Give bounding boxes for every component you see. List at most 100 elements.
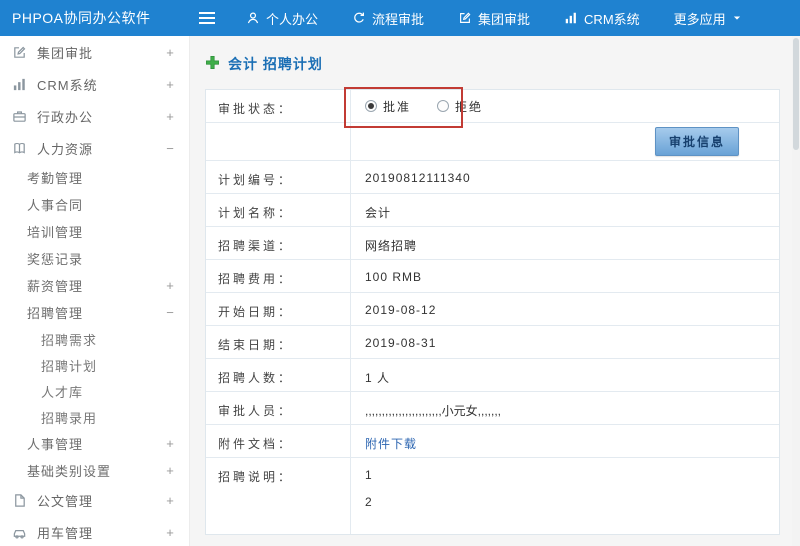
sidebar-item-document-mgmt[interactable]: 公文管理 + [0,484,189,516]
sidebar-item-label: 基础类别设置 [27,464,112,479]
row-start-date: 开始日期： 2019-08-12 [206,293,779,326]
sidebar-item-recruit-mgmt[interactable]: 招聘管理 − [0,299,189,326]
sidebar-item-label: 奖惩记录 [27,252,84,267]
description-line: 1 [365,468,373,482]
field-value: 1 人 [365,371,391,385]
sidebar-item-attendance[interactable]: 考勤管理 [0,164,189,191]
collapse-toggle[interactable]: − [165,141,175,156]
hamburger-menu-icon[interactable] [190,7,224,29]
scrollbar-thumb[interactable] [793,38,799,150]
sidebar-item-salary[interactable]: 薪资管理 + [0,272,189,299]
field-label: 附件文档： [206,425,351,457]
sidebar-item-label: 招聘管理 [27,306,84,321]
car-icon [12,525,29,540]
edit-icon [458,11,472,25]
radio-circle-icon [437,100,450,112]
sidebar-item-label: 人才库 [41,384,84,400]
field-label: 审批状态： [206,90,351,122]
radio-label: 拒绝 [455,99,484,114]
sidebar-item-label: 人事合同 [27,198,84,213]
radio-approve[interactable]: 批准 [365,98,411,115]
expand-toggle[interactable]: + [165,493,175,508]
sidebar-item-recruit-hire[interactable]: 招聘录用 [0,404,189,430]
sidebar-item-label: 招聘需求 [41,332,98,348]
sidebar: 集团审批 + CRM系统 + 行政办公 + 人力资源 − 考勤管理 人事合同 培… [0,36,190,546]
sidebar-item-group-approval[interactable]: 集团审批 + [0,36,189,68]
attachment-download-link[interactable]: 附件下载 [365,437,417,451]
nav-more-apps[interactable]: 更多应用 [674,9,742,28]
collapse-toggle[interactable]: − [165,305,175,320]
radio-label: 批准 [383,99,412,114]
row-description: 招聘说明： 1 2 [206,458,779,534]
page-title-row: 会计 招聘计划 [205,54,780,74]
nav-personal-office[interactable]: 个人办公 [246,9,318,28]
nav-group-approval[interactable]: 集团审批 [458,9,530,28]
approval-info-button[interactable]: 审批信息 [654,127,739,156]
row-headcount: 招聘人数： 1 人 [206,359,779,392]
row-plan-name: 计划名称： 会计 [206,194,779,227]
nav-crm-system[interactable]: CRM系统 [564,9,640,28]
row-recruit-cost: 招聘费用： 100 RMB [206,260,779,293]
sidebar-item-vehicle-mgmt[interactable]: 用车管理 + [0,516,189,546]
sidebar-item-label: 薪资管理 [27,279,84,294]
field-label: 招聘渠道： [206,227,351,259]
nav-label: 集团审批 [478,11,531,27]
app-logo[interactable]: PHPOA协同办公软件 [0,8,190,28]
sidebar-item-recruit-plan[interactable]: 招聘计划 [0,352,189,378]
sidebar-item-label: 用车管理 [37,525,94,541]
book-icon [12,141,29,156]
field-label: 招聘说明： [206,458,351,534]
field-label: 开始日期： [206,293,351,325]
bar-chart-icon [12,77,29,92]
expand-toggle[interactable]: + [165,278,175,293]
radio-reject[interactable]: 拒绝 [437,98,483,115]
sidebar-item-hr-contract[interactable]: 人事合同 [0,191,189,218]
description-line: 2 [365,495,373,509]
sidebar-item-label: 招聘计划 [41,358,98,374]
field-label: 招聘人数： [206,359,351,391]
row-recruit-channel: 招聘渠道： 网络招聘 [206,227,779,260]
expand-toggle[interactable]: + [165,463,175,478]
nav-workflow-approval[interactable]: 流程审批 [352,9,424,28]
sidebar-item-label: 人力资源 [37,141,94,157]
edit-square-icon [12,45,29,60]
sidebar-item-base-category-settings[interactable]: 基础类别设置 + [0,457,189,484]
field-label: 招聘费用： [206,260,351,292]
sidebar-item-admin-office[interactable]: 行政办公 + [0,100,189,132]
sidebar-item-label: 人事管理 [27,437,84,452]
row-plan-number: 计划编号： 20190812111340 [206,161,779,194]
flow-icon [352,11,366,25]
sidebar-item-recruit-demand[interactable]: 招聘需求 [0,326,189,352]
radio-circle-icon [365,100,377,112]
field-label: 审批人员： [206,392,351,424]
field-label [206,123,351,160]
field-label: 结束日期： [206,326,351,358]
field-value: 2019-08-12 [365,303,437,317]
expand-toggle[interactable]: + [165,525,175,540]
top-header: PHPOA协同办公软件 个人办公 流程审批 集团审批 CRM系统 更多应用 [0,0,800,36]
sidebar-item-talent-pool[interactable]: 人才库 [0,378,189,404]
sidebar-item-personnel-mgmt[interactable]: 人事管理 + [0,430,189,457]
sidebar-item-training[interactable]: 培训管理 [0,218,189,245]
field-label: 计划编号： [206,161,351,193]
expand-toggle[interactable]: + [165,77,175,92]
row-approvers: 审批人员： ,,,,,,,,,,,,,,,,,,,,,,,小元女,,,,,,, [206,392,779,425]
briefcase-icon [12,109,29,124]
row-end-date: 结束日期： 2019-08-31 [206,326,779,359]
sidebar-item-hr[interactable]: 人力资源 − [0,132,189,164]
sidebar-item-crm[interactable]: CRM系统 + [0,68,189,100]
expand-toggle[interactable]: + [165,109,175,124]
approval-radio-group: 批准 拒绝 [351,90,779,122]
expand-toggle[interactable]: + [165,45,175,60]
sidebar-item-rewards[interactable]: 奖惩记录 [0,245,189,272]
nav-label: 流程审批 [372,11,425,27]
field-label: 计划名称： [206,194,351,226]
sidebar-item-label: 公文管理 [37,493,94,509]
field-value: 20190812111340 [365,171,471,185]
scrollbar[interactable] [792,36,800,546]
expand-toggle[interactable]: + [165,436,175,451]
recruit-plan-detail-table: 审批状态： 批准 拒绝 审批信息 计划编号： 20190812111340 计划… [205,87,780,535]
sidebar-item-label: CRM系统 [37,77,98,93]
sidebar-item-label: 行政办公 [37,109,94,125]
row-approval-button: 审批信息 [206,123,779,161]
